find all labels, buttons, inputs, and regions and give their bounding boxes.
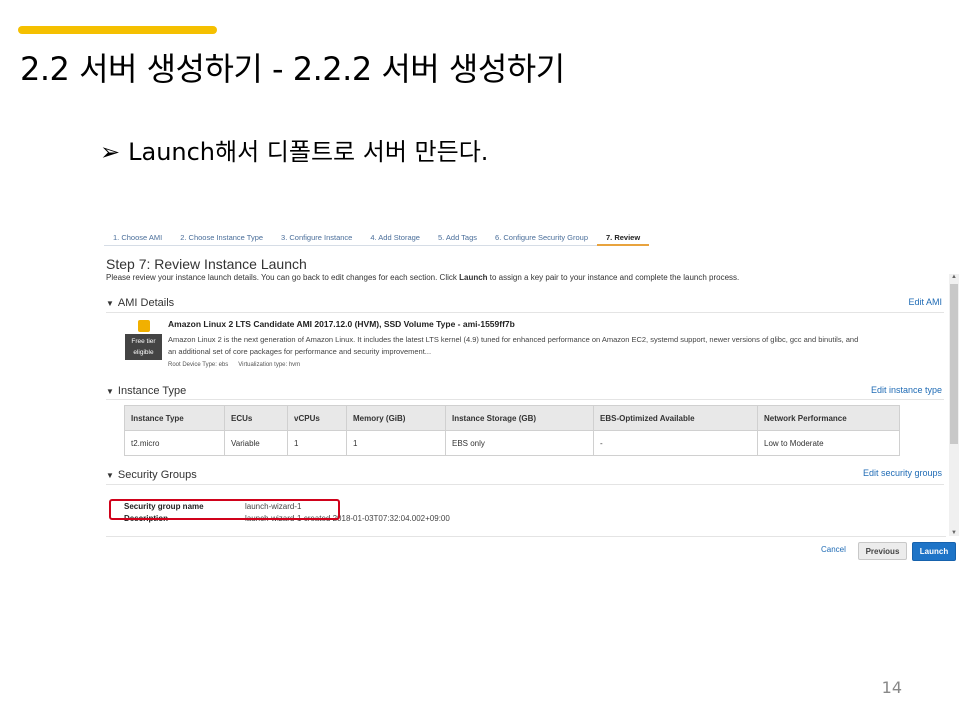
badge-line-1: Free tier [131,338,156,345]
cell-ebs-optimized: - [593,430,758,456]
cancel-button[interactable]: Cancel [821,545,846,554]
wizard-step-add-tags[interactable]: 5. Add Tags [428,226,487,246]
divider [106,399,944,400]
ami-description: Amazon Linux 2 is the next generation of… [168,335,859,356]
bullet-point: ➢ Launch해서 디폴트로 서버 만든다. [100,132,488,167]
root-device-type: Root Device Type: ebs [168,362,229,368]
instance-type-table: Instance Type ECUs vCPUs Memory (GiB) In… [124,405,900,456]
vertical-scrollbar[interactable]: ▲ ▼ [949,274,959,536]
ami-details-toggle[interactable]: ▼ AMI Details [106,297,174,309]
wizard-step-add-storage[interactable]: 4. Add Storage [361,226,429,246]
scroll-up-arrow-icon[interactable]: ▲ [949,274,959,280]
wizard-step-review[interactable]: 7. Review [597,226,650,246]
cell-network-performance: Low to Moderate [757,430,900,456]
divider [106,536,946,537]
cell-ecus: Variable [224,430,288,456]
bullet-arrow-icon: ➢ [100,138,121,166]
step-description: Please review your instance launch detai… [106,273,739,282]
instance-type-toggle[interactable]: ▼ Instance Type [106,385,186,397]
bullet-text: Launch해서 디폴트로 서버 만든다. [128,138,489,166]
edit-instance-type-link[interactable]: Edit instance type [871,385,942,395]
cell-vcpus: 1 [287,430,347,456]
divider [106,312,944,313]
col-memory: Memory (GiB) [346,405,446,431]
ami-meta: Root Device Type: ebs Virtualization type… [168,362,310,368]
ami-details-heading: AMI Details [117,297,175,309]
free-tier-cube-icon [138,320,150,332]
edit-security-groups-link[interactable]: Edit security groups [863,468,942,478]
instance-type-heading: Instance Type [117,385,187,397]
red-highlight-box [109,499,340,520]
step-desc-suffix: to assign a key pair to your instance an… [487,273,740,282]
slide-title: 2.2 서버 생성하기 - 2.2.2 서버 생성하기 [20,50,565,88]
col-ecus: ECUs [224,405,288,431]
scrollbar-thumb[interactable] [950,284,958,444]
col-ebs-optimized: EBS-Optimized Available [593,405,758,431]
security-groups-toggle[interactable]: ▼ Security Groups [106,469,197,481]
edit-ami-link[interactable]: Edit AMI [908,297,942,307]
badge-line-2: eligible [133,349,154,356]
collapse-triangle-icon: ▼ [106,387,114,396]
collapse-triangle-icon: ▼ [106,299,114,308]
previous-button[interactable]: Previous [858,542,907,560]
wizard-step-choose-instance-type[interactable]: 2. Choose Instance Type [171,226,273,246]
step-title: Step 7: Review Instance Launch [106,256,307,272]
security-groups-heading: Security Groups [117,469,197,481]
aws-launch-review-screenshot: 1. Choose AMI 2. Choose Instance Type 3.… [104,226,960,566]
scroll-down-arrow-icon[interactable]: ▼ [949,530,959,536]
cell-instance-type: t2.micro [124,430,225,456]
wizard-steps: 1. Choose AMI 2. Choose Instance Type 3.… [104,226,650,246]
free-tier-badge: Free tier eligible [125,334,162,360]
page-number: 14 [881,678,902,697]
col-network-performance: Network Performance [757,405,900,431]
step-desc-bold: Launch [459,273,488,282]
cell-memory: 1 [346,430,446,456]
launch-button[interactable]: Launch [912,542,956,561]
step-desc-prefix: Please review your instance launch detai… [106,273,460,282]
divider [106,484,944,485]
col-instance-storage: Instance Storage (GB) [445,405,594,431]
collapse-triangle-icon: ▼ [106,471,114,480]
col-instance-type: Instance Type [124,405,225,431]
table-row: t2.micro Variable 1 1 EBS only - Low to … [124,430,900,456]
wizard-step-configure-instance[interactable]: 3. Configure Instance [272,226,362,246]
ami-name: Amazon Linux 2 LTS Candidate AMI 2017.12… [168,319,515,329]
title-accent-bar [18,26,217,34]
wizard-step-choose-ami[interactable]: 1. Choose AMI [104,226,172,246]
cell-instance-storage: EBS only [445,430,594,456]
col-vcpus: vCPUs [287,405,347,431]
virtualization-type: Virtualization type: hvm [238,362,301,368]
table-header-row: Instance Type ECUs vCPUs Memory (GiB) In… [124,405,900,431]
wizard-step-configure-security-group[interactable]: 6. Configure Security Group [486,226,597,246]
